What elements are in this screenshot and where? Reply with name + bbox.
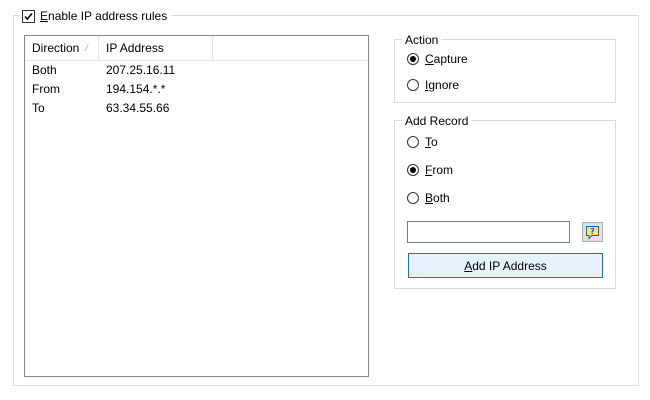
cell-ip-address: 63.34.55.66 [106, 101, 170, 115]
checkmark-icon [24, 12, 33, 20]
column-header-ip-address[interactable]: IP Address [99, 36, 213, 60]
radio-button[interactable] [407, 53, 419, 65]
add-ip-address-button[interactable]: Add IP Address [408, 253, 603, 278]
help-balloon-icon: ? [586, 225, 599, 240]
radio-button[interactable] [407, 164, 419, 176]
cell-direction: To [32, 101, 45, 115]
cell-direction: Both [32, 63, 57, 77]
radio-label: Ignore [425, 78, 460, 92]
table-row[interactable]: From 194.154.*.* [25, 80, 368, 99]
add-ip-address-label: Add IP Address [464, 258, 547, 273]
add-record-group-title: Add Record [402, 113, 472, 129]
column-header-direction[interactable]: Direction ⁄ [25, 36, 99, 60]
radio-label: Both [425, 191, 450, 205]
cell-direction: From [32, 82, 60, 96]
enable-ip-rules-checkbox[interactable]: Enable IP address rules [20, 8, 172, 24]
radio-ignore[interactable]: Ignore [407, 77, 459, 93]
cell-ip-address: 194.154.*.* [106, 82, 166, 96]
enable-ip-rules-label: Enable IP address rules [40, 9, 168, 23]
radio-label: To [425, 135, 438, 149]
svg-text:?: ? [590, 227, 595, 236]
action-group [394, 39, 616, 103]
checkbox-box[interactable] [22, 9, 35, 23]
radio-both[interactable]: Both [407, 190, 450, 206]
ip-address-input[interactable] [407, 221, 570, 243]
radio-label: From [425, 163, 454, 177]
radio-label: Capture [425, 52, 468, 66]
radio-capture[interactable]: Capture [407, 51, 468, 67]
action-group-title: Action [402, 32, 442, 48]
table-row[interactable]: Both 207.25.16.11 [25, 61, 368, 80]
radio-button[interactable] [407, 192, 419, 204]
list-header: Direction ⁄ IP Address [25, 36, 368, 61]
table-row[interactable]: To 63.34.55.66 [25, 99, 368, 118]
lookup-button[interactable]: ? [582, 222, 603, 242]
cell-ip-address: 207.25.16.11 [106, 63, 176, 77]
radio-button[interactable] [407, 136, 419, 148]
radio-button[interactable] [407, 79, 419, 91]
sort-indicator-icon: ⁄ [86, 43, 88, 53]
radio-to[interactable]: To [407, 134, 438, 150]
radio-from[interactable]: From [407, 162, 453, 178]
ip-rules-list[interactable]: Direction ⁄ IP Address Both 207.25.16.11… [24, 35, 369, 377]
